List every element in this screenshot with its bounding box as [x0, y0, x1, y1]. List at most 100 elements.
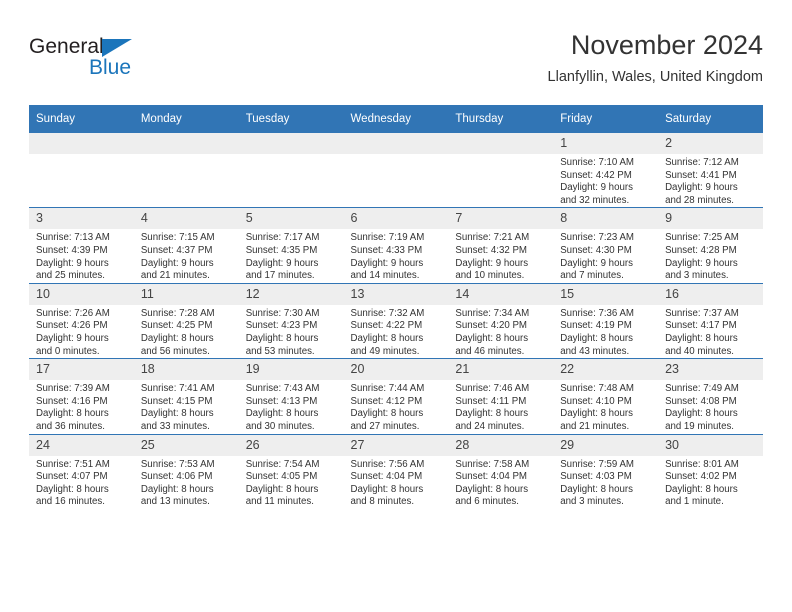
day-number: 23: [658, 359, 763, 381]
daylight-text-line2: and 56 minutes.: [140, 345, 210, 357]
day-number: 20: [343, 359, 449, 381]
general-blue-logo: General Blue: [29, 36, 169, 84]
day-number: 7: [448, 208, 554, 230]
day-details: Sunrise: 7:34 AM Sunset: 4:20 PM Daylight:…: [448, 305, 553, 358]
daylight-text-line2: and 30 minutes.: [245, 420, 315, 432]
calendar-day-cell[interactable]: 23 Sunrise: 7:49 AM Sunset: 4:08 PM Dayligh…: [658, 358, 763, 434]
calendar-day-cell[interactable]: 6 Sunrise: 7:19 AM Sunset: 4:33 PM Daylight…: [343, 207, 449, 284]
weekday-header-thursday: Thursday: [448, 105, 554, 133]
calendar-day-cell[interactable]: 10 Sunrise: 7:26 AM Sunset: 4:26 PM Dayligh…: [29, 282, 134, 359]
daylight-text-line1: Daylight: 9 hours: [455, 257, 529, 269]
sunset-text: Sunset: 4:37 PM: [140, 244, 213, 256]
day-number: 26: [238, 434, 344, 456]
sunrise-text: Sunrise: 7:54 AM: [245, 458, 320, 470]
sunset-text: Sunset: 4:04 PM: [455, 471, 527, 483]
sunrise-text: Sunrise: 7:43 AM: [245, 383, 320, 395]
daylight-text-line2: and 3 minutes.: [665, 270, 729, 282]
calendar-day-cell[interactable]: 9 Sunrise: 7:25 AM Sunset: 4:28 PM Daylight…: [658, 207, 763, 284]
weekday-header-saturday: Saturday: [658, 105, 763, 133]
sunrise-text: Sunrise: 7:17 AM: [245, 232, 320, 244]
calendar-day-cell[interactable]: 20 Sunrise: 7:44 AM Sunset: 4:12 PM Dayligh…: [343, 358, 449, 434]
sunrise-text: Sunrise: 7:58 AM: [455, 458, 530, 470]
day-details: Sunrise: 7:49 AM Sunset: 4:08 PM Daylight:…: [658, 380, 763, 433]
sunset-text: Sunset: 4:20 PM: [455, 320, 527, 332]
calendar-day-cell[interactable]: 7 Sunrise: 7:21 AM Sunset: 4:32 PM Daylight…: [448, 207, 554, 284]
daylight-text-line2: and 32 minutes.: [560, 194, 630, 206]
calendar-day-cell[interactable]: 14 Sunrise: 7:34 AM Sunset: 4:20 PM Dayligh…: [448, 282, 554, 359]
calendar-day-cell[interactable]: 16 Sunrise: 7:37 AM Sunset: 4:17 PM Dayligh…: [658, 282, 763, 359]
calendar-day-cell[interactable]: 13 Sunrise: 7:32 AM Sunset: 4:22 PM Dayligh…: [343, 282, 449, 359]
calendar-day-cell[interactable]: 28 Sunrise: 7:58 AM Sunset: 4:04 PM Dayligh…: [448, 433, 554, 509]
sunset-text: Sunset: 4:32 PM: [455, 244, 527, 256]
calendar-day-cell[interactable]: 30 Sunrise: 8:01 AM Sunset: 4:02 PM Dayligh…: [658, 433, 763, 509]
calendar-day-cell[interactable]: 29 Sunrise: 7:59 AM Sunset: 4:03 PM Dayligh…: [553, 433, 659, 509]
calendar-week-row: 17 Sunrise: 7:39 AM Sunset: 4:16 PM Dayligh…: [29, 358, 763, 434]
calendar-day-cell-empty: [29, 133, 134, 208]
calendar-day-cell[interactable]: 4 Sunrise: 7:15 AM Sunset: 4:37 PM Daylight…: [133, 207, 239, 284]
day-details: Sunrise: 7:32 AM Sunset: 4:22 PM Daylight:…: [344, 305, 449, 358]
day-number: 21: [448, 359, 554, 381]
daylight-text-line1: Daylight: 8 hours: [455, 408, 529, 420]
day-number: 19: [238, 359, 344, 381]
calendar-day-cell[interactable]: 18 Sunrise: 7:41 AM Sunset: 4:15 PM Dayligh…: [133, 358, 239, 434]
calendar-day-cell[interactable]: 5 Sunrise: 7:17 AM Sunset: 4:35 PM Daylight…: [238, 207, 344, 284]
sunrise-text: Sunrise: 7:59 AM: [560, 458, 634, 470]
sunset-text: Sunset: 4:02 PM: [665, 471, 737, 483]
location-subtitle: Llanfyllin, Wales, United Kingdom: [547, 69, 763, 85]
daylight-text-line2: and 1 minute.: [665, 496, 724, 508]
day-number: 13: [343, 283, 449, 305]
calendar-day-cell[interactable]: 22 Sunrise: 7:48 AM Sunset: 4:10 PM Dayligh…: [553, 358, 659, 434]
sunrise-text: Sunrise: 7:21 AM: [455, 232, 530, 244]
calendar-day-cell[interactable]: 15 Sunrise: 7:36 AM Sunset: 4:19 PM Dayligh…: [553, 282, 659, 359]
daylight-text-line2: and 25 minutes.: [36, 270, 105, 282]
calendar-table: Sunday Monday Tuesday Wednesday Thursday…: [29, 105, 763, 509]
weekday-header-friday: Friday: [553, 105, 659, 133]
day-details: Sunrise: 7:17 AM Sunset: 4:35 PM Daylight:…: [239, 229, 344, 282]
day-number: [133, 133, 239, 154]
calendar-day-cell[interactable]: 3 Sunrise: 7:13 AM Sunset: 4:39 PM Daylight…: [29, 207, 134, 284]
daylight-text-line1: Daylight: 8 hours: [665, 483, 738, 495]
daylight-text-line2: and 14 minutes.: [350, 270, 420, 282]
calendar-day-cell[interactable]: 1 Sunrise: 7:10 AM Sunset: 4:42 PM Daylight…: [553, 133, 659, 208]
sunrise-text: Sunrise: 7:23 AM: [560, 232, 634, 244]
day-number: 15: [553, 283, 659, 305]
daylight-text-line2: and 7 minutes.: [560, 270, 624, 282]
calendar-day-cell[interactable]: 17 Sunrise: 7:39 AM Sunset: 4:16 PM Dayligh…: [29, 358, 134, 434]
sunset-text: Sunset: 4:19 PM: [560, 320, 632, 332]
calendar-day-cell[interactable]: 2 Sunrise: 7:12 AM Sunset: 4:41 PM Daylight…: [658, 133, 763, 208]
day-details: Sunrise: 7:51 AM Sunset: 4:07 PM Daylight:…: [29, 456, 134, 509]
sunrise-text: Sunrise: 8:01 AM: [665, 458, 739, 470]
calendar-day-cell[interactable]: 27 Sunrise: 7:56 AM Sunset: 4:04 PM Dayligh…: [343, 433, 449, 509]
day-number: 30: [658, 434, 763, 456]
sunset-text: Sunset: 4:04 PM: [350, 471, 423, 483]
sunset-text: Sunset: 4:17 PM: [665, 320, 737, 332]
sunset-text: Sunset: 4:15 PM: [140, 395, 213, 407]
calendar-day-cell[interactable]: 26 Sunrise: 7:54 AM Sunset: 4:05 PM Dayligh…: [238, 433, 344, 509]
calendar-day-cell[interactable]: 19 Sunrise: 7:43 AM Sunset: 4:13 PM Dayligh…: [238, 358, 344, 434]
calendar-day-cell[interactable]: 24 Sunrise: 7:51 AM Sunset: 4:07 PM Dayligh…: [29, 433, 134, 509]
day-number: 5: [238, 208, 344, 230]
calendar-day-cell[interactable]: 25 Sunrise: 7:53 AM Sunset: 4:06 PM Dayligh…: [133, 433, 239, 509]
sunset-text: Sunset: 4:13 PM: [245, 395, 318, 407]
calendar-day-cell[interactable]: 8 Sunrise: 7:23 AM Sunset: 4:30 PM Daylight…: [553, 207, 659, 284]
sunset-text: Sunset: 4:42 PM: [560, 169, 632, 181]
calendar-day-cell[interactable]: 11 Sunrise: 7:28 AM Sunset: 4:25 PM Dayligh…: [133, 282, 239, 359]
daylight-text-line1: Daylight: 8 hours: [350, 408, 424, 420]
day-number: 22: [553, 359, 659, 381]
day-details: Sunrise: 7:41 AM Sunset: 4:15 PM Daylight:…: [134, 380, 239, 433]
day-number: 17: [29, 359, 134, 381]
sunrise-text: Sunrise: 7:46 AM: [455, 383, 530, 395]
sunset-text: Sunset: 4:10 PM: [560, 395, 632, 407]
sunrise-text: Sunrise: 7:30 AM: [245, 307, 320, 319]
daylight-text-line1: Daylight: 8 hours: [455, 332, 529, 344]
calendar-day-cell[interactable]: 21 Sunrise: 7:46 AM Sunset: 4:11 PM Dayligh…: [448, 358, 554, 434]
daylight-text-line2: and 40 minutes.: [665, 345, 734, 357]
daylight-text-line1: Daylight: 8 hours: [350, 332, 424, 344]
day-number: 25: [133, 434, 239, 456]
daylight-text-line2: and 21 minutes.: [140, 270, 210, 282]
daylight-text-line1: Daylight: 9 hours: [36, 257, 109, 269]
day-details: Sunrise: 7:59 AM Sunset: 4:03 PM Daylight:…: [553, 456, 658, 509]
daylight-text-line1: Daylight: 9 hours: [36, 332, 109, 344]
calendar-day-cell[interactable]: 12 Sunrise: 7:30 AM Sunset: 4:23 PM Dayligh…: [238, 282, 344, 359]
sunrise-text: Sunrise: 7:41 AM: [140, 383, 215, 395]
